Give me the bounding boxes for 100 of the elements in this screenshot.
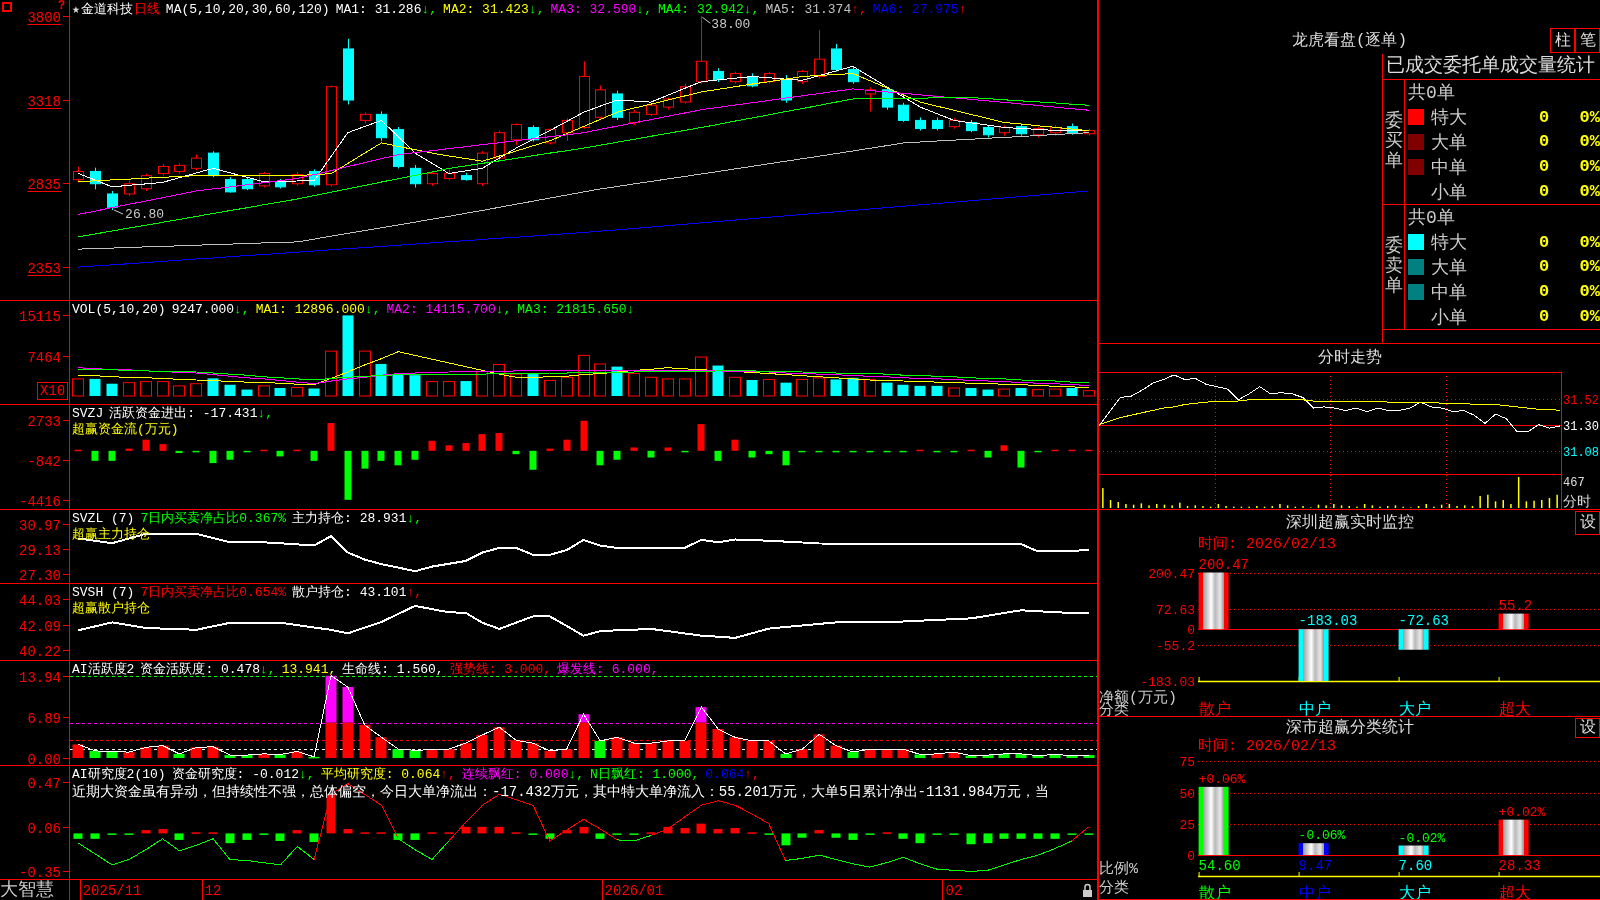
axis-tick-label: 30.97 xyxy=(19,517,61,534)
candlestick xyxy=(680,83,691,105)
activity-bar xyxy=(123,752,135,758)
activity-bar xyxy=(72,744,84,758)
trend-arrow: ↓, xyxy=(528,2,545,18)
research-bar xyxy=(225,833,235,844)
candlestick xyxy=(242,176,253,191)
research-bar xyxy=(1033,833,1043,839)
settings-button[interactable]: 设 xyxy=(1575,718,1600,738)
square-icon[interactable] xyxy=(2,2,12,12)
research-bar xyxy=(915,833,925,844)
view-button[interactable]: 柱 xyxy=(1550,28,1575,53)
volume-bar xyxy=(763,378,775,397)
volume-bar xyxy=(258,385,270,397)
fund-flow-bar xyxy=(159,444,167,451)
activity-bar xyxy=(1066,755,1078,758)
timestamp: 时间: 2026/02/13 xyxy=(1198,739,1337,755)
axis-tick-label: 27.30 xyxy=(19,567,61,583)
volume-bar xyxy=(931,385,943,396)
fund-flow-bar xyxy=(260,449,268,452)
order-count: 0 xyxy=(1538,282,1550,302)
fund-flow-bar xyxy=(697,424,705,451)
candlestick xyxy=(1067,123,1078,136)
axis-tick-label: 72.63 xyxy=(1156,603,1195,618)
volume-bar xyxy=(510,373,522,397)
order-size-label: 大单 xyxy=(1431,257,1467,279)
candlestick xyxy=(343,38,354,105)
volume-bar xyxy=(476,370,488,397)
candlestick xyxy=(511,123,522,146)
trend-arrow: ↑, xyxy=(406,585,423,601)
order-percent: 0% xyxy=(1579,232,1600,252)
volume-bar xyxy=(897,384,909,396)
axis-tick-label: 7464 xyxy=(27,349,61,366)
fund-flow-bar xyxy=(664,447,672,451)
net-flow-bar xyxy=(1198,572,1229,630)
candlestick xyxy=(444,168,455,182)
activity-bar xyxy=(645,743,657,758)
price-tick-label: 31.52 xyxy=(1563,393,1599,408)
axis-tick-label: 0.00 xyxy=(27,751,61,765)
help-icon[interactable]: ? xyxy=(58,0,66,12)
fund-flow-bar xyxy=(613,450,621,460)
candlestick xyxy=(595,84,606,121)
trend-arrow: ↑, xyxy=(440,767,456,783)
legend-value: MA(5,10,20,30,60,120) xyxy=(165,2,330,18)
legend-value: 资金研究度: -0.012 xyxy=(171,767,300,783)
candlestick xyxy=(983,124,994,138)
candlestick xyxy=(646,102,657,117)
fund-flow-bar xyxy=(849,450,857,453)
legend-value: MA6: 27.975 xyxy=(872,2,959,18)
volume-bar xyxy=(914,385,926,396)
volume-bar xyxy=(392,374,404,396)
research-bar xyxy=(73,833,83,839)
view-button[interactable]: 笔 xyxy=(1575,28,1600,53)
legend-value: MA3: 32.590 xyxy=(550,2,637,18)
volume-bar xyxy=(1083,390,1095,397)
settings-button[interactable]: 设 xyxy=(1575,511,1600,535)
research-bar xyxy=(141,830,151,834)
star-icon: ★ xyxy=(72,2,80,18)
activity-bar xyxy=(594,740,606,758)
research-bar xyxy=(680,827,690,834)
activity-bar xyxy=(392,749,404,758)
fund-flow-bar xyxy=(1068,449,1076,452)
legend-value: SVZJ xyxy=(72,406,104,422)
volume-bar xyxy=(830,379,842,396)
axis-tick-label: 29.13 xyxy=(19,542,61,559)
trend-arrow: ↓ xyxy=(626,302,635,318)
fund-flow-bar xyxy=(377,450,385,461)
volume-bar xyxy=(460,381,472,396)
indicator-title: 超赢资金流(万元) xyxy=(72,422,179,437)
fund-flow-bar xyxy=(226,450,234,460)
volume-bar xyxy=(274,388,286,396)
volume-bar xyxy=(190,383,202,397)
research-bar xyxy=(983,833,993,844)
activity-bar xyxy=(274,754,286,758)
volume-bar xyxy=(157,381,169,397)
fund-flow-bar xyxy=(748,450,756,458)
candlestick xyxy=(999,124,1010,137)
volume-bar xyxy=(611,366,623,396)
fund-flow-bar xyxy=(883,450,891,453)
activity-bar xyxy=(510,740,522,758)
order-percent: 0% xyxy=(1579,182,1600,202)
category-label: 大户 xyxy=(1398,701,1431,716)
candlestick xyxy=(949,117,960,130)
fund-flow-bar xyxy=(192,450,200,453)
candlestick xyxy=(696,15,707,85)
volume-bar xyxy=(173,385,185,397)
candlestick xyxy=(174,162,185,175)
change-label: -0.02% xyxy=(1398,830,1446,846)
net-flow-bar xyxy=(1398,629,1429,650)
fund-flow-bar xyxy=(142,439,150,451)
candlestick xyxy=(747,72,758,88)
research-bar xyxy=(831,833,841,838)
axis-title: 分类 xyxy=(1099,880,1129,897)
fund-flow-bar xyxy=(1017,450,1025,468)
fund-flow-bar xyxy=(798,450,806,453)
fund-flow-bar xyxy=(1085,449,1093,452)
activity-bar xyxy=(763,740,775,758)
volume-bar xyxy=(712,365,724,396)
research-bar xyxy=(461,826,471,834)
trend-arrow: ↓, xyxy=(260,662,276,678)
